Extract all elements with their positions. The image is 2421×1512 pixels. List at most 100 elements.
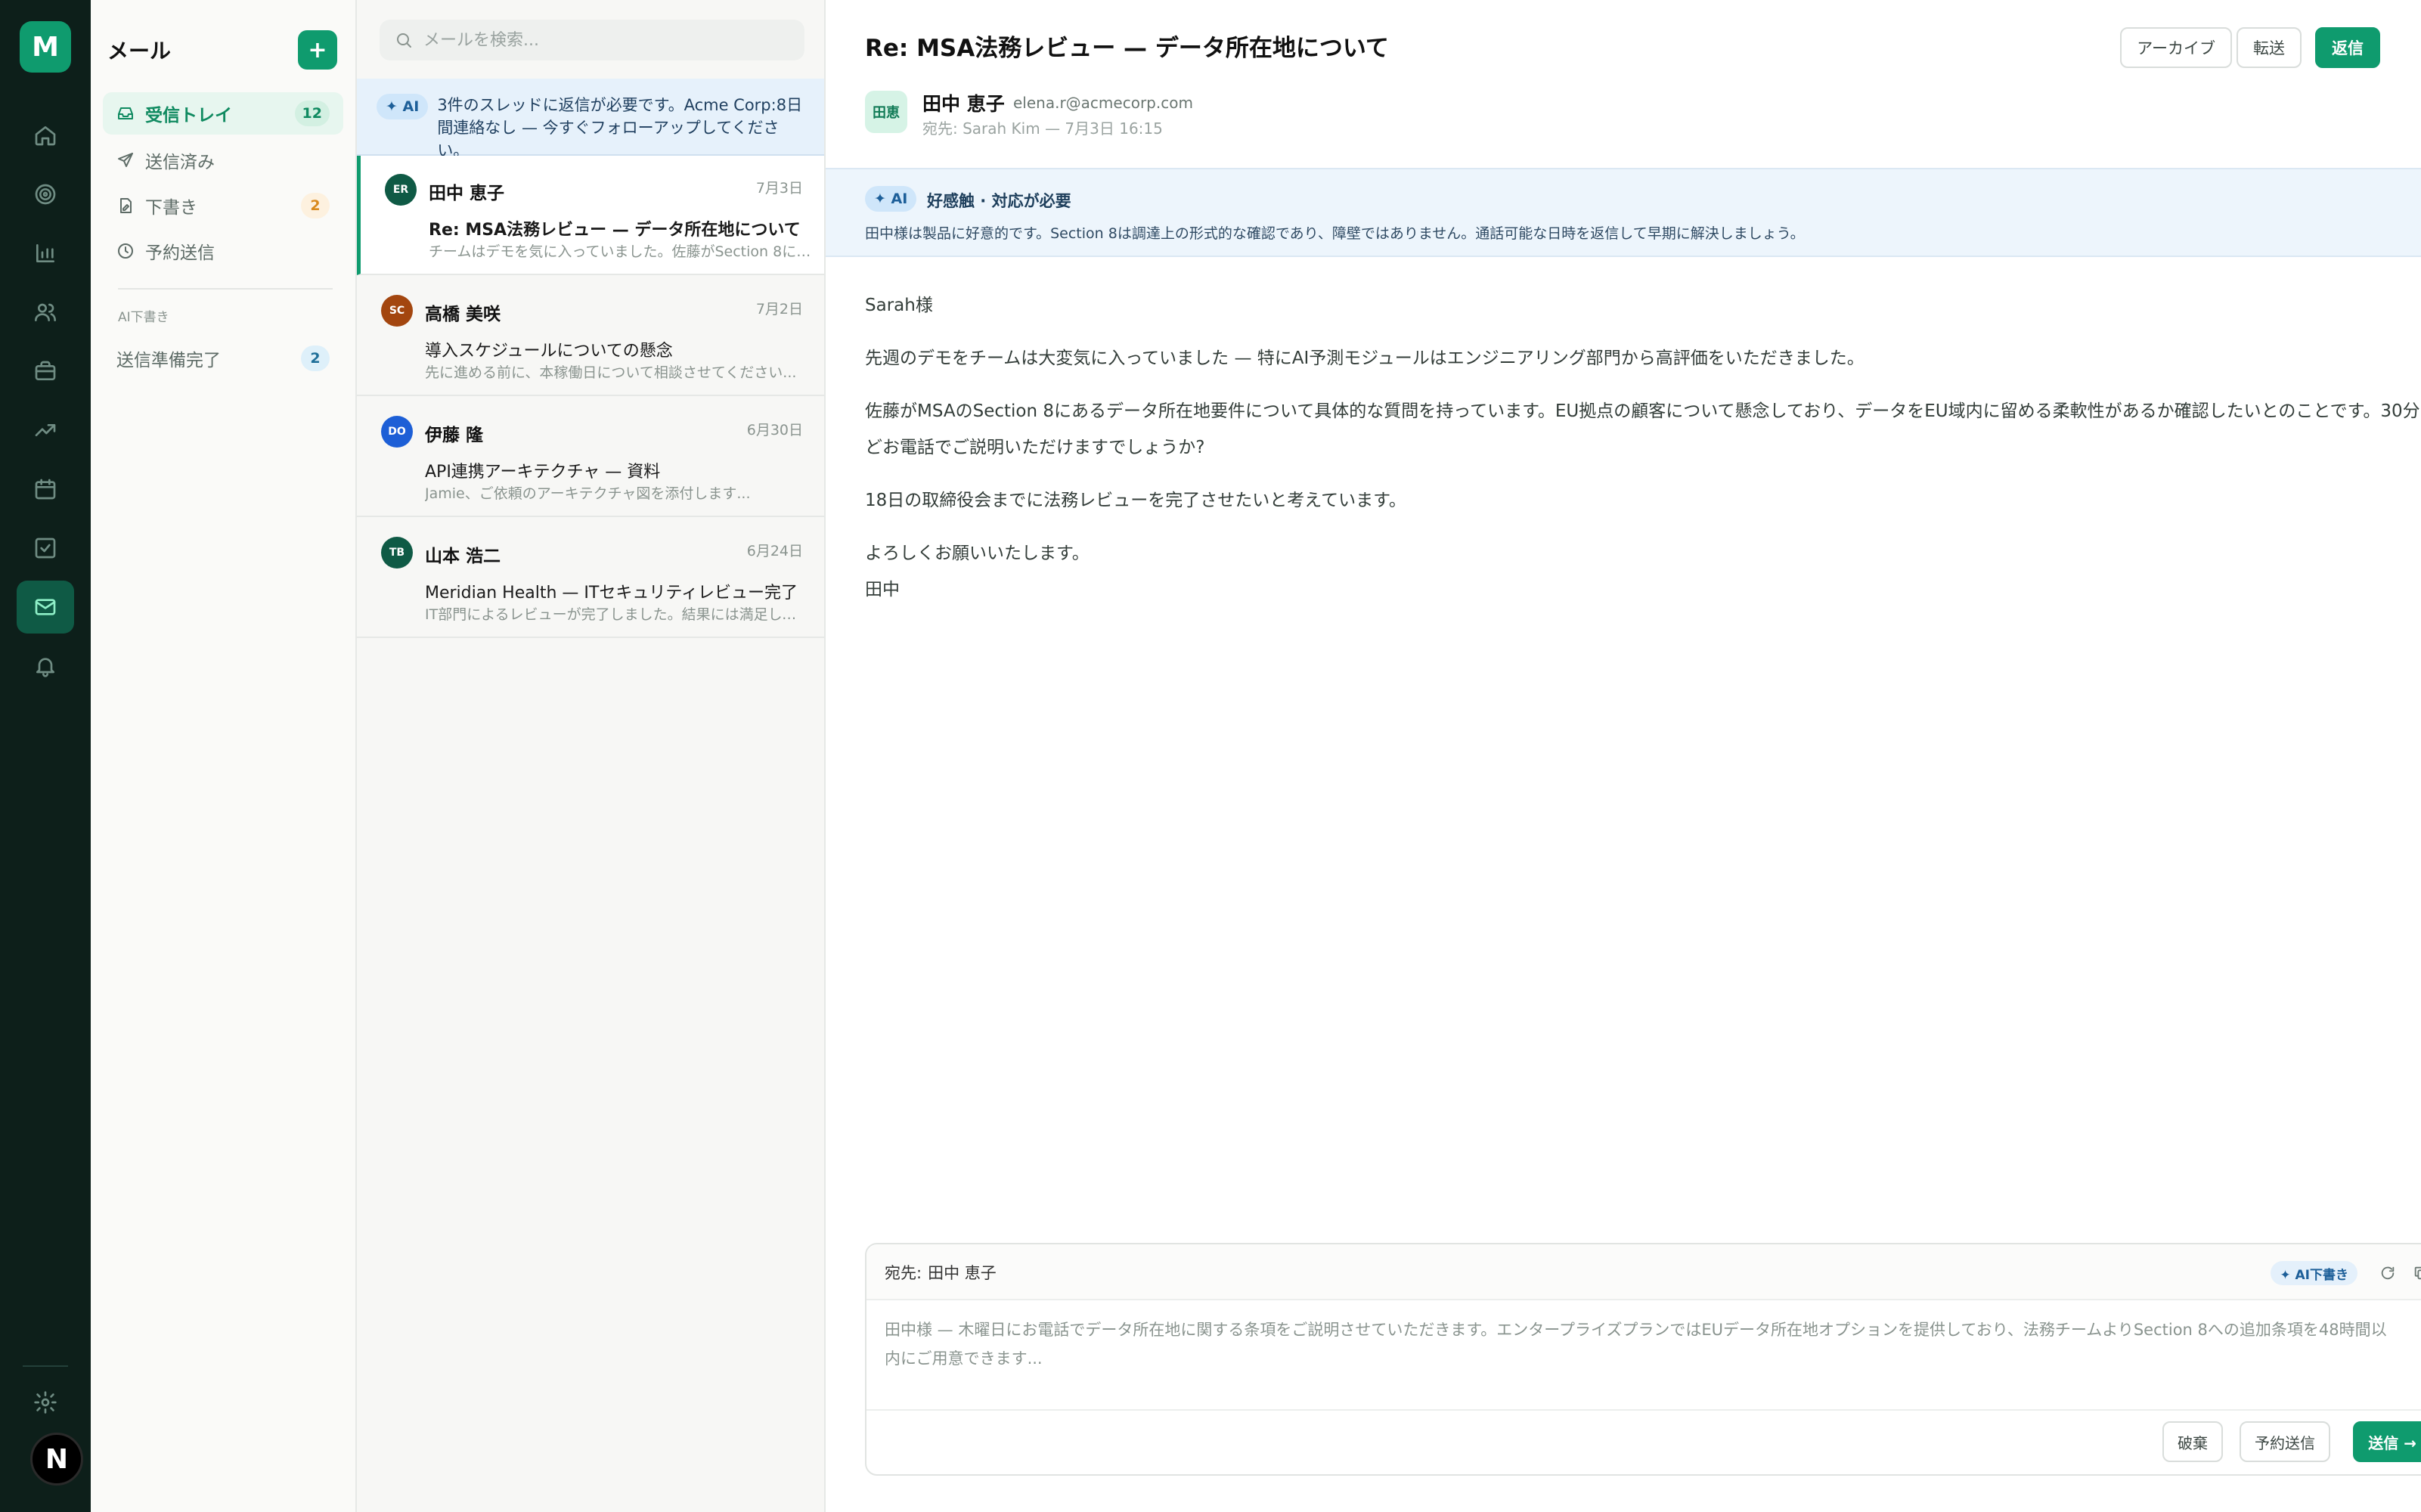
reply-button[interactable]: 返信	[2315, 27, 2380, 68]
message-preview: IT部門によるレビューが完了しました。結果には満足してい...	[425, 606, 811, 623]
email-subject: Re: MSA法務レビュー — データ所在地について	[865, 35, 1389, 62]
to-label: 宛先:	[885, 1264, 922, 1282]
target-icon[interactable]	[17, 168, 74, 221]
sender-avatar: 田恵	[865, 91, 907, 133]
ai-badge: ✦ AI	[377, 94, 429, 119]
email-body: Sarah様 先週のデモをチームは大変気に入っていました — 特にAI予測モジュ…	[865, 287, 2421, 608]
message-date: 7月2日	[755, 301, 803, 318]
archive-button[interactable]: アーカイブ	[2120, 27, 2232, 68]
reply-composer: 宛先: 田中 恵子 ✦ AI下書き 田中様 — 木曜日にお電話でデータ所在地に関す…	[865, 1243, 2421, 1476]
composer-divider	[866, 1409, 2421, 1411]
message-preview: 先に進める前に、本稼働日について相談させてください...	[425, 364, 797, 381]
message-subject: API連携アーキテクチャ — 資料	[425, 463, 661, 482]
trending-up-icon[interactable]	[17, 404, 74, 457]
sidebar-item-label: 受信トレイ	[145, 106, 232, 125]
briefcase-icon[interactable]	[17, 345, 74, 398]
settings-icon[interactable]	[17, 1376, 74, 1429]
composer-header: 宛先: 田中 恵子 ✦ AI下書き	[866, 1244, 2421, 1300]
send-button[interactable]: 送信 →	[2353, 1421, 2421, 1462]
message-subject: Re: MSA法務レビュー — データ所在地について	[429, 221, 801, 240]
message-date: 6月30日	[746, 422, 803, 438]
composer-recipient: 宛先: 田中 恵子	[885, 1261, 997, 1284]
icon-rail: M N	[0, 0, 91, 1512]
message-preview: Jamie、ご依頼のアーキテクチャ図を添付します...	[425, 485, 751, 502]
ai-summary-banner[interactable]: ✦ AI 3件のスレッドに返信が必要です。Acme Corp:8日間連絡なし —…	[357, 79, 824, 160]
sidebar-divider	[118, 288, 333, 290]
rail-divider	[23, 1365, 68, 1367]
sender-name: 田中 恵子	[922, 93, 1005, 115]
to-value[interactable]: 田中 恵子	[928, 1264, 997, 1282]
mail-icon[interactable]	[17, 581, 74, 634]
inbox-count-badge: 12	[294, 101, 330, 126]
sidebar-item-label: 予約送信	[145, 243, 215, 263]
sidebar-title: メール	[107, 39, 172, 64]
sender-name: 高橋 美咲	[425, 305, 501, 324]
ai-summary-text: 3件のスレッドに返信が必要です。Acme Corp:8日間連絡なし — 今すぐフ…	[437, 96, 803, 160]
regenerate-icon[interactable]	[2376, 1261, 2400, 1285]
ai-section-title: AI下書き	[118, 310, 169, 325]
sidebar-item-label: 下書き	[145, 198, 197, 218]
avatar: ER	[385, 174, 417, 206]
sender-name: 伊藤 隆	[425, 426, 484, 445]
message-preview: チームはデモを気に入っていました。佐藤がSection 8につ...	[429, 243, 814, 260]
body-paragraph: 先週のデモをチームは大変気に入っていました — 特にAI予測モジュールはエンジニ…	[865, 349, 1865, 368]
ready-count-badge: 2	[301, 345, 330, 371]
sender-name: 田中 恵子	[429, 184, 505, 203]
avatar: TB	[381, 537, 413, 569]
search-box	[380, 20, 804, 60]
search-input[interactable]	[423, 30, 786, 50]
drafts-count-badge: 2	[301, 193, 330, 218]
draft-icon	[120, 198, 132, 213]
schedule-send-button[interactable]: 予約送信	[2240, 1421, 2330, 1462]
compose-button[interactable]: +	[298, 30, 337, 70]
message-item[interactable]: TB 山本 浩二 6月24日 Meridian Health — ITセキュリテ…	[357, 519, 824, 638]
forward-button[interactable]: 転送	[2237, 27, 2302, 68]
ai-insight-text: 田中様は製品に好意的です。Section 8は調達上の形式的な確認であり、障壁で…	[865, 225, 1805, 242]
folder-sidebar: メール + 受信トレイ 12 送信済み 下書き 2 予約送信 AI下書き 送信準…	[91, 0, 357, 1512]
reply-draft-text[interactable]: 田中様 — 木曜日にお電話でデータ所在地に関する条項をご説明させていただきます。…	[885, 1315, 2389, 1373]
body-paragraph: Sarah様	[865, 296, 933, 315]
calendar-icon[interactable]	[17, 463, 74, 516]
ai-insight-panel: ✦ AI 好感触 · 対応が必要 田中様は製品に好意的です。Section 8は…	[826, 168, 2421, 257]
sender-email: elena.r@acmecorp.com	[1013, 94, 1193, 112]
sidebar-item-scheduled[interactable]: 予約送信	[103, 230, 343, 272]
users-icon[interactable]	[17, 286, 74, 339]
sidebar-item-label: 送信済み	[145, 153, 215, 172]
message-item[interactable]: DO 伊藤 隆 6月30日 API連携アーキテクチャ — 資料 Jamie、ご依…	[357, 398, 824, 517]
avatar: SC	[381, 295, 413, 327]
bell-icon[interactable]	[17, 640, 74, 692]
message-item[interactable]: ER 田中 恵子 7月3日 Re: MSA法務レビュー — データ所在地について…	[357, 156, 824, 275]
sidebar-item-label: 送信準備完了	[116, 351, 221, 370]
send-icon	[118, 153, 133, 167]
sidebar-item-sent[interactable]: 送信済み	[103, 139, 343, 181]
recipient-line: 宛先: Sarah Kim — 7月3日 16:15	[922, 119, 1163, 138]
checkbox-icon[interactable]	[17, 522, 74, 575]
copy-icon[interactable]	[2409, 1261, 2421, 1285]
inbox-icon	[118, 107, 133, 119]
ai-badge: ✦ AI	[865, 186, 917, 212]
message-subject: Meridian Health — ITセキュリティレビュー完了	[425, 584, 798, 603]
bar-chart-icon[interactable]	[17, 227, 74, 280]
sidebar-item-drafts[interactable]: 下書き 2	[103, 184, 343, 227]
signature: 田中	[865, 580, 900, 600]
body-paragraph: 佐藤がMSAのSection 8にあるデータ所在地要件について具体的な質問を持っ…	[865, 401, 2421, 457]
app-root: M N メール + 受信トレイ 12 送信済み 下書き 2 予約送信 AI下書き…	[0, 0, 2421, 1512]
user-avatar[interactable]: N	[30, 1433, 83, 1486]
avatar: DO	[381, 416, 413, 448]
app-logo[interactable]: M	[20, 21, 71, 73]
ai-insight-title: 好感触 · 対応が必要	[927, 192, 1071, 210]
message-item[interactable]: SC 高橋 美咲 7月2日 導入スケジュールについての懸念 先に進める前に、本稼…	[357, 277, 824, 396]
message-subject: 導入スケジュールについての懸念	[425, 342, 673, 361]
home-icon[interactable]	[17, 109, 74, 162]
clock-icon	[118, 243, 133, 259]
body-paragraph: 18日の取締役会までに法務レビューを完了させたいと考えています。	[865, 491, 1406, 510]
message-list: ✦ AI 3件のスレッドに返信が必要です。Acme Corp:8日間連絡なし —…	[357, 0, 826, 1512]
search-icon	[397, 33, 411, 48]
closing-line: よろしくお願いいたします。	[865, 544, 1090, 563]
message-date: 7月3日	[755, 180, 803, 197]
ai-draft-badge[interactable]: ✦ AI下書き	[2271, 1261, 2357, 1285]
reading-pane: Re: MSA法務レビュー — データ所在地について アーカイブ 転送 返信 田…	[826, 0, 2421, 1512]
sidebar-item-ready-to-send[interactable]: 送信準備完了 2	[103, 337, 343, 380]
sidebar-item-inbox[interactable]: 受信トレイ 12	[103, 92, 343, 135]
discard-button[interactable]: 破棄	[2162, 1421, 2223, 1462]
